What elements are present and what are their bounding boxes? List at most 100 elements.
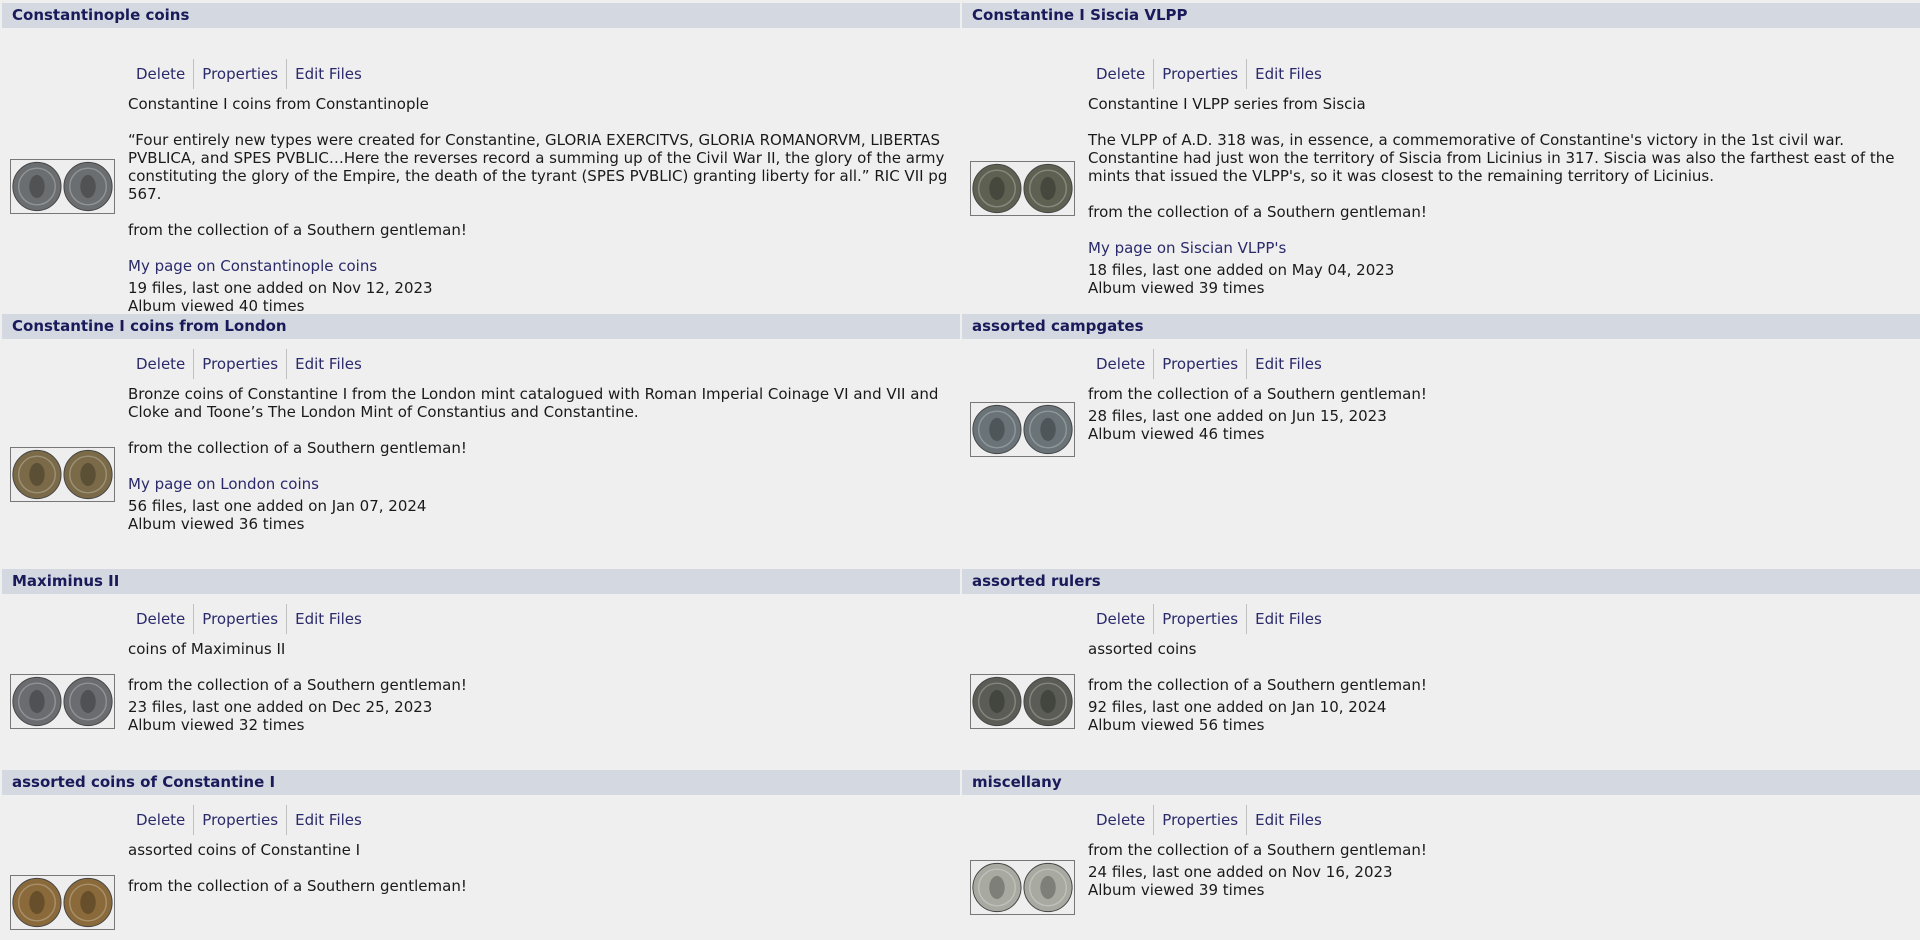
delete-button[interactable]: Delete [128, 604, 195, 634]
album-description: Constantine I coins from Constantinople … [128, 95, 956, 275]
album-thumbnail[interactable] [10, 159, 115, 214]
delete-button[interactable]: Delete [1088, 59, 1155, 89]
album-list: Constantinople coins Delete Properties E… [2, 3, 1920, 938]
delete-button[interactable]: Delete [1088, 805, 1155, 835]
delete-button[interactable]: Delete [1088, 604, 1155, 634]
coin-figure [1040, 875, 1056, 900]
album-card: Constantinople coins Delete Properties E… [2, 3, 960, 315]
album-actions: Delete Properties Edit Files [128, 349, 956, 379]
album-card: Maximinus II Delete Properties Edit File… [2, 569, 960, 734]
album-file-count: 56 files, last one added on Jan 07, 2024 [128, 497, 427, 515]
coin-figure [29, 689, 45, 714]
album-page-link[interactable]: My page on Constantinople coins [128, 257, 956, 275]
album-actions: Delete Properties Edit Files [1088, 805, 1916, 835]
description-line: from the collection of a Southern gentle… [1088, 203, 1427, 221]
album-thumbnail[interactable] [10, 674, 115, 729]
edit-files-button[interactable]: Edit Files [287, 59, 370, 89]
album-title[interactable]: Maximinus II [2, 569, 960, 594]
album-row: Constantine I coins from London Delete P… [2, 314, 1920, 569]
delete-button[interactable]: Delete [128, 805, 195, 835]
coin-figure [1040, 417, 1056, 442]
album-title[interactable]: Constantinople coins [2, 3, 960, 28]
album-title[interactable]: assorted campgates [962, 314, 1920, 339]
album-file-count: 19 files, last one added on Nov 12, 2023 [128, 279, 433, 297]
album-view-count: Album viewed 39 times [1088, 279, 1265, 297]
description-line: coins of Maximinus II [128, 640, 286, 658]
edit-files-button[interactable]: Edit Files [1247, 604, 1330, 634]
album-file-count: 28 files, last one added on Jun 15, 2023 [1088, 407, 1387, 425]
properties-button[interactable]: Properties [194, 59, 288, 89]
description-line: “Four entirely new types were created fo… [128, 131, 948, 203]
album-card: Constantine I coins from London Delete P… [2, 314, 960, 533]
album-title[interactable]: Constantine I Siscia VLPP [962, 3, 1920, 28]
properties-button[interactable]: Properties [194, 805, 288, 835]
coin-figure [29, 174, 45, 199]
album-description: from the collection of a Southern gentle… [1088, 841, 1916, 859]
properties-button[interactable]: Properties [194, 604, 288, 634]
edit-files-button[interactable]: Edit Files [287, 349, 370, 379]
edit-files-button[interactable]: Edit Files [1247, 805, 1330, 835]
coin-figure [80, 462, 96, 487]
album-thumbnail[interactable] [970, 161, 1075, 216]
properties-button[interactable]: Properties [1154, 349, 1248, 379]
album-actions: Delete Properties Edit Files [128, 805, 956, 835]
album-thumbnail[interactable] [10, 447, 115, 502]
album-actions: Delete Properties Edit Files [128, 604, 956, 634]
properties-button[interactable]: Properties [194, 349, 288, 379]
properties-button[interactable]: Properties [1154, 805, 1248, 835]
album-row: Maximinus II Delete Properties Edit File… [2, 569, 1920, 770]
album-description: coins of Maximinus II from the collectio… [128, 640, 956, 694]
description-line: Constantine I coins from Constantinople [128, 95, 429, 113]
album-title[interactable]: assorted rulers [962, 569, 1920, 594]
album-card: miscellany Delete Properties Edit Files … [962, 770, 1920, 915]
album-thumbnail[interactable] [970, 674, 1075, 729]
album-thumbnail[interactable] [970, 402, 1075, 457]
description-line: assorted coins [1088, 640, 1197, 658]
coin-figure [29, 462, 45, 487]
album-file-count: 23 files, last one added on Dec 25, 2023 [128, 698, 433, 716]
edit-files-button[interactable]: Edit Files [1247, 349, 1330, 379]
edit-files-button[interactable]: Edit Files [287, 805, 370, 835]
album-row: assorted coins of Constantine I Delete P… [2, 770, 1920, 938]
delete-button[interactable]: Delete [1088, 349, 1155, 379]
album-title[interactable]: Constantine I coins from London [2, 314, 960, 339]
album-description: Bronze coins of Constantine I from the L… [128, 385, 956, 493]
coin-thumbnail-image [12, 676, 113, 727]
delete-button[interactable]: Delete [128, 349, 195, 379]
description-line: assorted coins of Constantine I [128, 841, 361, 859]
album-page-link[interactable]: My page on Siscian VLPP's [1088, 239, 1916, 257]
coin-figure [80, 890, 96, 915]
delete-button[interactable]: Delete [128, 59, 195, 89]
album-actions: Delete Properties Edit Files [1088, 349, 1916, 379]
album-view-count: Album viewed 39 times [1088, 881, 1265, 899]
coin-figure [989, 176, 1005, 201]
album-page-link[interactable]: My page on London coins [128, 475, 956, 493]
description-line: The VLPP of A.D. 318 was, in essence, a … [1088, 131, 1895, 185]
coin-thumbnail-image [12, 161, 113, 212]
edit-files-button[interactable]: Edit Files [1247, 59, 1330, 89]
album-thumbnail[interactable] [10, 875, 115, 930]
description-line: from the collection of a Southern gentle… [128, 439, 467, 457]
album-actions: Delete Properties Edit Files [1088, 59, 1916, 89]
coin-thumbnail-image [972, 163, 1073, 214]
coin-figure [80, 174, 96, 199]
album-description: Constantine I VLPP series from Siscia Th… [1088, 95, 1916, 257]
description-line: from the collection of a Southern gentle… [1088, 676, 1427, 694]
properties-button[interactable]: Properties [1154, 59, 1248, 89]
album-description: assorted coins from the collection of a … [1088, 640, 1916, 694]
coin-figure [989, 875, 1005, 900]
coin-figure [1040, 176, 1056, 201]
edit-files-button[interactable]: Edit Files [287, 604, 370, 634]
coin-figure [989, 689, 1005, 714]
coin-thumbnail-image [12, 449, 113, 500]
properties-button[interactable]: Properties [1154, 604, 1248, 634]
album-thumbnail[interactable] [970, 860, 1075, 915]
album-view-count: Album viewed 46 times [1088, 425, 1265, 443]
album-view-count: Album viewed 32 times [128, 716, 305, 734]
description-line: from the collection of a Southern gentle… [1088, 841, 1427, 859]
album-title[interactable]: miscellany [962, 770, 1920, 795]
album-card: Constantine I Siscia VLPP Delete Propert… [962, 3, 1920, 297]
album-title[interactable]: assorted coins of Constantine I [2, 770, 960, 795]
album-card: assorted coins of Constantine I Delete P… [2, 770, 960, 930]
description-line: from the collection of a Southern gentle… [128, 221, 467, 239]
